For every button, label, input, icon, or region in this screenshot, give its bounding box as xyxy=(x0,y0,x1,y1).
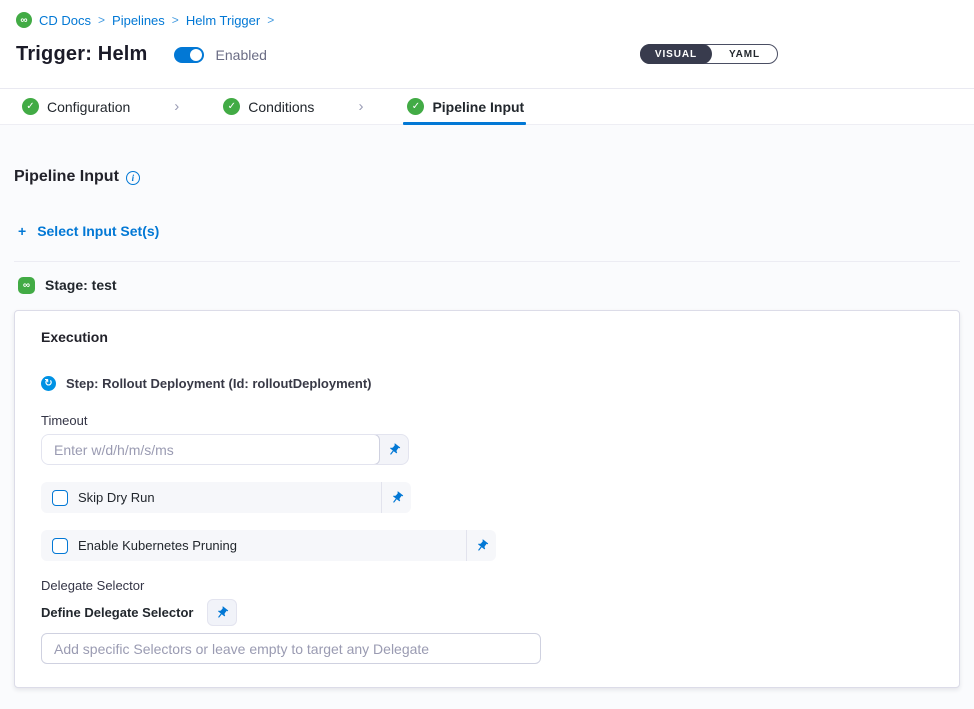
breadcrumb-link-helm-trigger[interactable]: Helm Trigger xyxy=(186,13,260,28)
pin-icon xyxy=(387,488,407,508)
delegate-selector-label: Delegate Selector xyxy=(41,578,933,593)
check-circle-icon: ✓ xyxy=(407,98,424,115)
visual-mode-button[interactable]: VISUAL xyxy=(640,44,712,64)
checkbox-label: Enable Kubernetes Pruning xyxy=(78,538,237,553)
enabled-toggle[interactable] xyxy=(174,47,204,63)
breadcrumb-link-pipelines[interactable]: Pipelines xyxy=(112,13,165,28)
step-header: ↻ Step: Rollout Deployment (Id: rolloutD… xyxy=(41,376,933,391)
page-header: ∞ CD Docs > Pipelines > Helm Trigger > T… xyxy=(0,0,974,88)
visual-yaml-toggle: VISUAL YAML xyxy=(640,44,778,64)
tab-label: Pipeline Input xyxy=(432,99,524,115)
wizard-tab-bar: ✓ Configuration › ✓ Conditions › ✓ Pipel… xyxy=(0,88,974,125)
tab-label: Conditions xyxy=(248,99,314,115)
breadcrumb-separator: > xyxy=(98,13,105,27)
chevron-right-icon: › xyxy=(174,98,179,115)
info-icon[interactable]: i xyxy=(126,171,140,185)
plus-icon: + xyxy=(18,223,26,239)
select-input-sets-link[interactable]: + Select Input Set(s) xyxy=(18,223,159,239)
pin-runtime-input-icon[interactable] xyxy=(380,435,408,464)
breadcrumb-separator: > xyxy=(172,13,179,27)
check-circle-icon: ✓ xyxy=(223,98,240,115)
pipeline-input-panel: Pipeline Input i + Select Input Set(s) ∞… xyxy=(0,168,974,688)
cd-stage-icon: ∞ xyxy=(18,277,35,294)
pin-runtime-input-button[interactable] xyxy=(207,599,237,626)
tab-conditions[interactable]: ✓ Conditions xyxy=(223,89,314,124)
enable-kubernetes-pruning-checkbox[interactable] xyxy=(52,538,68,554)
breadcrumb-separator: > xyxy=(267,13,274,27)
skip-dry-run-row[interactable]: Skip Dry Run xyxy=(41,482,411,513)
define-delegate-selector-label: Define Delegate Selector xyxy=(41,605,193,620)
enabled-toggle-label: Enabled xyxy=(216,47,267,63)
timeout-input[interactable] xyxy=(41,434,380,465)
step-label: Step: Rollout Deployment (Id: rolloutDep… xyxy=(66,376,372,391)
stage-header: ∞ Stage: test xyxy=(14,262,960,308)
timeout-label: Timeout xyxy=(41,413,933,428)
breadcrumb: ∞ CD Docs > Pipelines > Helm Trigger > xyxy=(16,12,958,28)
rollout-step-icon: ↻ xyxy=(41,376,56,391)
enable-kubernetes-pruning-row[interactable]: Enable Kubernetes Pruning xyxy=(41,530,496,561)
pin-icon xyxy=(472,536,492,556)
pin-runtime-input-icon[interactable] xyxy=(466,530,496,561)
tab-configuration[interactable]: ✓ Configuration xyxy=(22,89,130,124)
stage-label: Stage: test xyxy=(45,277,117,293)
pin-runtime-input-icon[interactable] xyxy=(381,482,411,513)
select-input-sets-label: Select Input Set(s) xyxy=(37,223,159,239)
check-circle-icon: ✓ xyxy=(22,98,39,115)
pin-icon xyxy=(213,603,233,623)
execution-card: Execution ↻ Step: Rollout Deployment (Id… xyxy=(14,310,960,688)
section-title: Pipeline Input xyxy=(14,168,119,186)
chevron-right-icon: › xyxy=(358,98,363,115)
breadcrumb-link-cd-docs[interactable]: CD Docs xyxy=(39,13,91,28)
harness-cd-logo-icon: ∞ xyxy=(16,12,32,28)
yaml-mode-button[interactable]: YAML xyxy=(712,44,777,64)
execution-title: Execution xyxy=(41,329,933,345)
tab-label: Configuration xyxy=(47,99,130,115)
checkbox-label: Skip Dry Run xyxy=(78,490,155,505)
delegate-selectors-input[interactable] xyxy=(41,633,541,664)
page-title: Trigger: Helm xyxy=(16,43,148,66)
skip-dry-run-checkbox[interactable] xyxy=(52,490,68,506)
pin-icon xyxy=(384,440,404,460)
timeout-field-group xyxy=(41,434,409,465)
tab-pipeline-input[interactable]: ✓ Pipeline Input xyxy=(407,89,524,124)
